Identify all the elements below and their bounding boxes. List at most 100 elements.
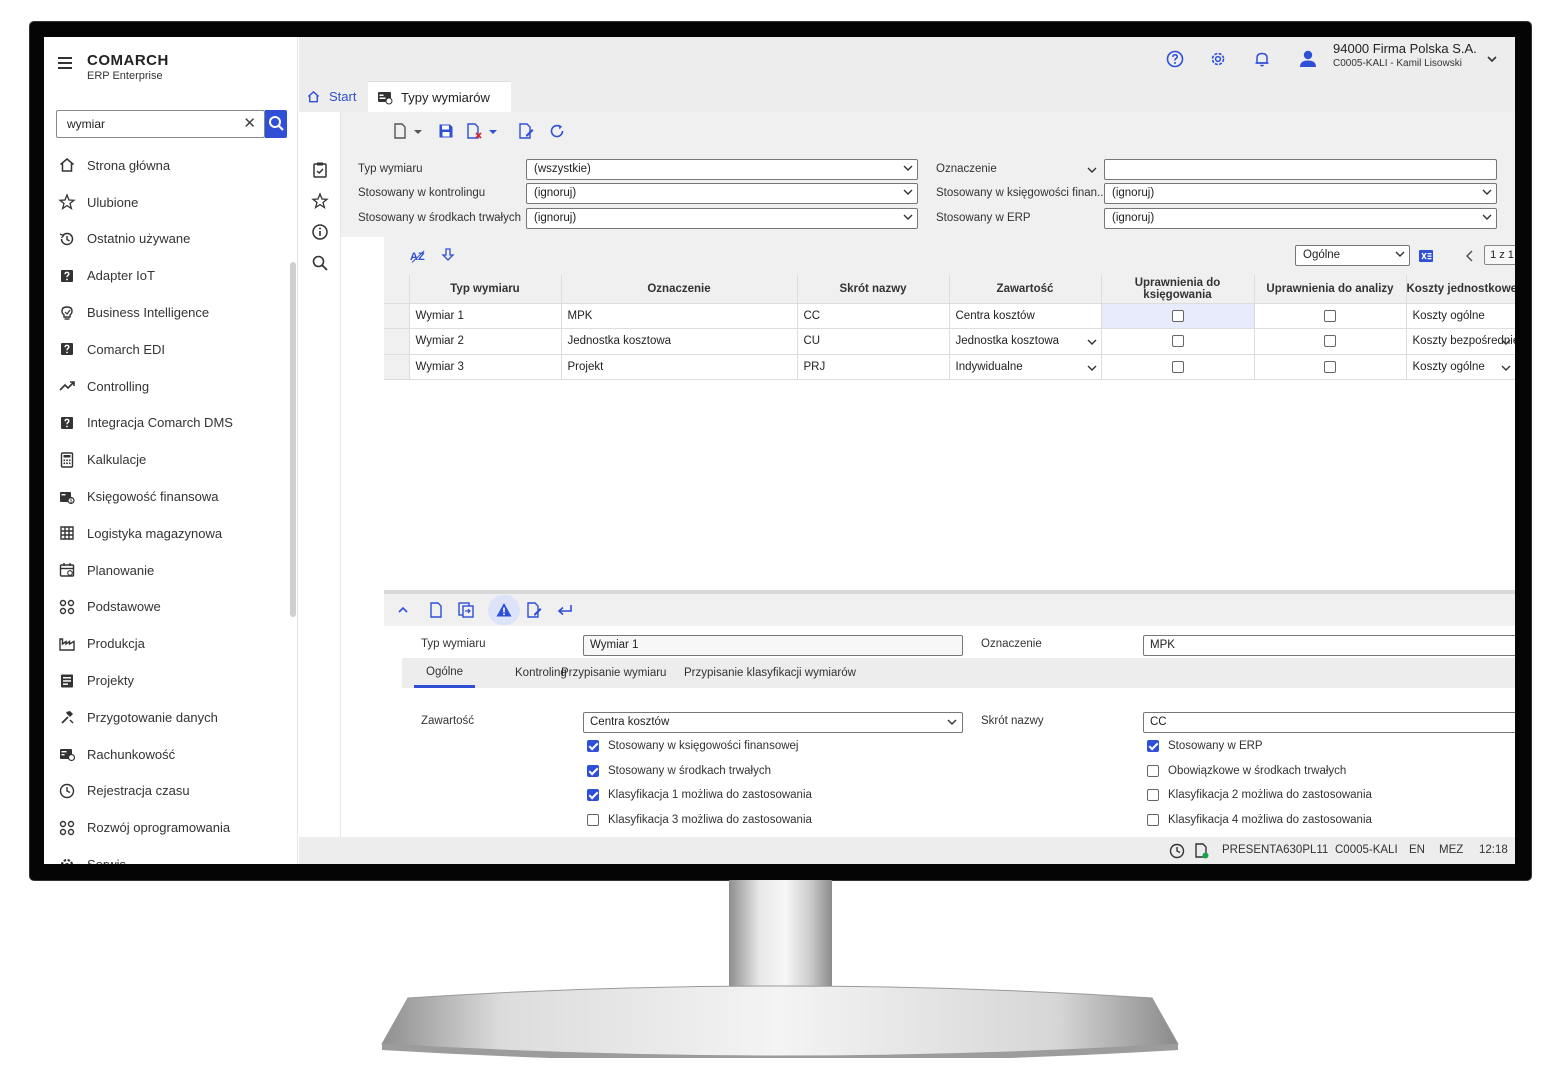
cell-typ[interactable]: Wymiar 3 bbox=[409, 354, 562, 380]
checkbox-analiza[interactable] bbox=[1324, 335, 1336, 348]
tab-przypisanie-klasyfikacji[interactable]: Przypisanie klasyfikacji wymiarów bbox=[684, 658, 856, 688]
delete-dropdown-chevron-icon[interactable] bbox=[488, 122, 498, 140]
search-icon[interactable] bbox=[311, 254, 329, 272]
new-record-icon[interactable] bbox=[427, 601, 445, 619]
table-row[interactable]: Wymiar 1 MPK CC Centra kosztów Koszty og… bbox=[384, 303, 1515, 329]
row-selector[interactable] bbox=[384, 354, 410, 380]
cell-koszty[interactable]: Koszty bezpośrednie bbox=[1406, 328, 1515, 355]
checkbox[interactable] bbox=[1147, 740, 1159, 752]
hamburger-menu-icon[interactable] bbox=[58, 57, 72, 69]
cell-koszty[interactable]: Koszty ogólne bbox=[1406, 303, 1515, 329]
export-arrow-down-icon[interactable] bbox=[441, 247, 455, 263]
chevron-down-icon[interactable] bbox=[1501, 337, 1511, 347]
column-header-zawartosc[interactable]: Zawartość bbox=[949, 275, 1102, 304]
filter-kontroling-select[interactable]: (ignoruj) bbox=[526, 183, 918, 204]
filter-erp-select[interactable]: (ignoruj) bbox=[1104, 208, 1497, 229]
document-status-icon[interactable] bbox=[1194, 842, 1210, 860]
user-menu-chevron-down-icon[interactable] bbox=[1486, 53, 1498, 65]
page-indicator[interactable]: 1 z 1 bbox=[1484, 245, 1515, 265]
cell-oznaczenie[interactable]: Jednostka kosztowa bbox=[561, 328, 798, 355]
detail-oznaczenie-input[interactable]: MPK bbox=[1143, 635, 1515, 656]
cell-oznaczenie[interactable]: Projekt bbox=[561, 354, 798, 380]
checkbox-row[interactable]: Klasyfikacja 3 możliwa do zastosowania bbox=[587, 813, 812, 826]
view-select[interactable]: Ogólne bbox=[1295, 245, 1410, 266]
sidebar-item-serwis[interactable]: Serwis bbox=[44, 846, 289, 864]
sidebar-item-rozwój-oprogramowania[interactable]: Rozwój oprogramowania bbox=[44, 809, 289, 846]
sidebar-search-input[interactable] bbox=[67, 112, 237, 136]
clear-search-icon[interactable]: ✕ bbox=[243, 114, 256, 132]
sort-az-icon[interactable]: AZ bbox=[409, 248, 427, 264]
checkbox-ksiegowanie[interactable] bbox=[1171, 309, 1184, 322]
sidebar-item-rejestracja-czasu[interactable]: Rejestracja czasu bbox=[44, 773, 289, 810]
column-header-ksiegowanie[interactable]: Uprawnienia do księgowania bbox=[1101, 275, 1255, 304]
chevron-down-icon[interactable] bbox=[1087, 363, 1097, 373]
checkbox[interactable] bbox=[587, 740, 599, 752]
checkbox-row[interactable]: Klasyfikacja 4 możliwa do zastosowania bbox=[1147, 813, 1372, 826]
tab-przypisanie-wymiaru[interactable]: Przypisanie wymiaru bbox=[561, 658, 666, 688]
checkbox-ksiegowanie[interactable] bbox=[1171, 360, 1184, 373]
cell-koszty[interactable]: Koszty ogólne bbox=[1406, 354, 1515, 380]
cell-skrot[interactable]: CC bbox=[797, 303, 950, 329]
sidebar-item-logistyka-magazynowa[interactable]: Logistyka magazynowa bbox=[44, 515, 289, 552]
checkbox-row[interactable]: Stosowany w środkach trwałych bbox=[587, 764, 771, 777]
cell-analiza[interactable] bbox=[1254, 354, 1407, 380]
undo-return-icon[interactable] bbox=[556, 602, 574, 618]
search-button[interactable] bbox=[265, 110, 287, 138]
checkbox-analiza[interactable] bbox=[1324, 309, 1336, 322]
table-row[interactable]: Wymiar 3 Projekt PRJ Indywidualne Koszty… bbox=[384, 354, 1515, 380]
sidebar-item-planowanie[interactable]: Planowanie bbox=[44, 552, 289, 589]
checkbox[interactable] bbox=[587, 789, 599, 802]
save-icon[interactable] bbox=[437, 122, 455, 140]
edit-record-icon[interactable] bbox=[525, 601, 543, 619]
sidebar-item-integracja-comarch-dms[interactable]: Integracja Comarch DMS bbox=[44, 405, 289, 442]
sidebar-item-księgowość-finansowa[interactable]: $ Księgowość finansowa bbox=[44, 478, 289, 515]
sidebar-item-projekty[interactable]: Projekty bbox=[44, 662, 289, 699]
checkbox-row[interactable]: Obowiązkowe w środkach trwałych bbox=[1147, 764, 1346, 777]
column-header-oznaczenie[interactable]: Oznaczenie bbox=[561, 275, 798, 304]
cell-ksiegowanie[interactable] bbox=[1101, 303, 1255, 329]
cell-ksiegowanie[interactable] bbox=[1101, 328, 1255, 355]
checkbox-row[interactable]: Klasyfikacja 2 możliwa do zastosowania bbox=[1147, 789, 1372, 802]
cell-zawartosc[interactable]: Indywidualne bbox=[949, 354, 1102, 380]
previous-page-chevron-icon[interactable] bbox=[1464, 249, 1476, 263]
cell-ksiegowanie[interactable] bbox=[1101, 354, 1255, 380]
new-document-icon[interactable] bbox=[391, 122, 409, 140]
filter-srodki-select[interactable]: (ignoruj) bbox=[526, 208, 918, 229]
sidebar-item-rachunkowość[interactable]: Rachunkowość bbox=[44, 736, 289, 773]
sidebar-item-produkcja[interactable]: Produkcja bbox=[44, 625, 289, 662]
checkbox-row[interactable]: Klasyfikacja 1 możliwa do zastosowania bbox=[587, 789, 812, 802]
detail-zawartosc-select[interactable]: Centra kosztów bbox=[583, 712, 963, 733]
cell-typ[interactable]: Wymiar 1 bbox=[409, 303, 562, 329]
column-header-skrot[interactable]: Skrót nazwy bbox=[797, 275, 950, 304]
table-row[interactable]: Wymiar 2 Jednostka kosztowa CU Jednostka… bbox=[384, 328, 1515, 355]
checkbox[interactable] bbox=[1147, 789, 1159, 802]
sidebar-item-ulubione[interactable]: Ulubione bbox=[44, 184, 289, 221]
column-header-analiza[interactable]: Uprawnienia do analizy bbox=[1254, 275, 1407, 304]
tab-typy-wymiarow[interactable]: Typy wymiarów bbox=[368, 81, 511, 112]
sidebar-item-kalkulacje[interactable]: Kalkulacje bbox=[44, 441, 289, 478]
cell-analiza[interactable] bbox=[1254, 328, 1407, 355]
favorite-star-icon[interactable] bbox=[311, 192, 329, 210]
sidebar-item-przygotowanie-danych[interactable]: Przygotowanie danych bbox=[44, 699, 289, 736]
excel-export-icon[interactable] bbox=[1418, 248, 1434, 264]
column-header-koszty[interactable]: Koszty jednostkowe/ogólne bbox=[1406, 275, 1515, 304]
collapse-chevron-up-icon[interactable] bbox=[396, 603, 410, 617]
cell-zawartosc[interactable]: Jednostka kosztowa bbox=[949, 328, 1102, 355]
sidebar-scrollbar[interactable] bbox=[290, 262, 296, 617]
clock-icon[interactable] bbox=[1169, 843, 1185, 859]
edit-document-icon[interactable] bbox=[517, 122, 535, 140]
sidebar-item-adapter-iot[interactable]: Adapter IoT bbox=[44, 257, 289, 294]
checkbox[interactable] bbox=[1147, 764, 1159, 777]
warning-button[interactable] bbox=[488, 595, 520, 625]
cell-typ[interactable]: Wymiar 2 bbox=[409, 328, 562, 355]
sidebar-item-business-intelligence[interactable]: Business Intelligence bbox=[44, 294, 289, 331]
checkbox-analiza[interactable] bbox=[1324, 360, 1336, 373]
sidebar-item-comarch-edi[interactable]: Comarch EDI bbox=[44, 331, 289, 368]
sidebar-item-controlling[interactable]: Controlling bbox=[44, 368, 289, 405]
notification-bell-icon[interactable] bbox=[1253, 50, 1271, 68]
new-dropdown-chevron-icon[interactable] bbox=[413, 122, 423, 140]
chevron-down-icon[interactable] bbox=[1087, 337, 1097, 347]
info-icon[interactable] bbox=[311, 223, 329, 241]
copy-record-icon[interactable] bbox=[457, 601, 475, 619]
user-info[interactable]: 94000 Firma Polska S.A. C0005-KALI - Kam… bbox=[1333, 41, 1477, 69]
